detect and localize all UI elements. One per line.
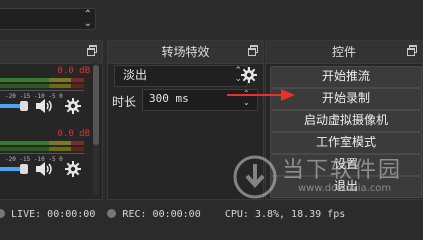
scene-collection-spin[interactable]: ⌃ ⌄	[0, 8, 96, 30]
watermark: 当下软件园 www.downxia.com	[232, 150, 422, 206]
speaker-icon[interactable]	[35, 161, 53, 177]
cpu-value: 3.8%, 18.39 fps	[254, 209, 346, 220]
live-time: 00:00:00	[47, 209, 96, 220]
transitions-header: 转场特效	[108, 41, 263, 64]
rec-label: REC:	[122, 209, 147, 220]
watermark-brand: 当下软件园	[282, 158, 403, 183]
start-virtual-camera-button[interactable]: 启动虚拟摄像机	[270, 110, 422, 132]
transition-selected-value: 淡出	[123, 68, 148, 82]
start-streaming-button[interactable]: 开始推流	[270, 66, 422, 88]
gear-icon[interactable]	[241, 67, 257, 83]
chevron-updown-icon: ⌃ ⌄	[83, 9, 92, 29]
rec-indicator-icon	[107, 209, 117, 218]
gear-icon[interactable]	[65, 98, 81, 114]
channel-meter	[0, 78, 84, 82]
cpu-label: CPU:	[224, 209, 249, 220]
channel-peak-label: 0.0 dB	[57, 66, 90, 76]
channel-peak-label: 0.0 dB	[57, 129, 90, 139]
transition-select[interactable]: 淡出 ⌃ ⌄	[114, 65, 248, 87]
duration-label: 时长	[112, 95, 137, 109]
annotation-arrow	[227, 89, 295, 101]
watermark-url: www.downxia.com	[298, 183, 392, 194]
gear-icon[interactable]	[65, 161, 81, 177]
volume-slider-thumb[interactable]	[20, 164, 28, 174]
float-dock-icon[interactable]	[407, 45, 417, 56]
channel-meter	[0, 141, 84, 145]
speaker-icon[interactable]	[35, 98, 53, 114]
downxia-logo-icon	[233, 155, 277, 199]
controls-header: 控件	[266, 41, 422, 64]
meter-scale-labels: -20 -15 -10 -5 0	[5, 156, 63, 163]
volume-slider-thumb[interactable]	[20, 101, 28, 111]
audio-mixer-dock: 0.0 dB -20 -15 -10 -5 0 0.0 dB -20 -15 -…	[0, 40, 103, 200]
live-label: LIVE:	[11, 209, 42, 220]
status-bar: LIVE: 00:00:00 REC: 00:00:00 CPU: 3.8%, …	[0, 205, 423, 225]
meter-scale-labels: -20 -15 -10 -5 0	[5, 93, 63, 100]
live-indicator-icon	[0, 209, 5, 218]
mixer-scrollbar-thumb[interactable]	[93, 65, 99, 145]
rec-time: 00:00:00	[152, 209, 201, 220]
float-dock-icon[interactable]	[248, 45, 258, 56]
float-dock-icon[interactable]	[87, 45, 97, 56]
meter-scale	[0, 85, 84, 91]
meter-scale	[0, 148, 84, 154]
